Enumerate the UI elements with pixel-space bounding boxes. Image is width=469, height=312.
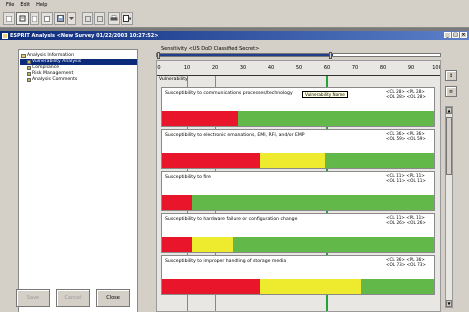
scale-axis (157, 75, 440, 76)
risk-segment-green (191, 195, 434, 210)
maximize-icon[interactable]: □ (452, 32, 459, 38)
tick-label: 100 (432, 65, 441, 71)
expand-button[interactable]: ↕ (445, 70, 457, 81)
risk-bar (162, 279, 434, 294)
window-titlebar: ESPRIT Analysis <New Survey 01/22/2003 1… (0, 31, 469, 40)
risk-title: Susceptibility to improper handling of s… (165, 259, 287, 264)
risk-card: Susceptibility to hardware failure or co… (161, 213, 435, 253)
risk-segment-red (162, 111, 239, 126)
print-icon[interactable] (108, 12, 120, 25)
menu-bar: File Edit Help (0, 0, 469, 10)
tick-label: 60 (323, 65, 331, 71)
analysis-window: Analysis Information Vulnerability Analy… (0, 40, 469, 312)
tick-label: 80 (379, 65, 387, 71)
tooltip: Vulnerability Name (302, 91, 348, 98)
risk-values: <CL 11> <PL 11> <OL 26> <OL 26> (386, 215, 426, 225)
vulnerability-scale: 0 10 20 30 40 50 60 70 80 90 100 Vulnera… (156, 60, 441, 312)
menu-file[interactable]: File (6, 2, 14, 8)
risk-card: Susceptibility to improper handling of s… (161, 255, 435, 295)
slider-left-handle[interactable] (157, 52, 160, 59)
risk-card: Susceptibility to communications process… (161, 87, 435, 127)
risk-title: Susceptibility to hardware failure or co… (165, 217, 298, 222)
document-icon (27, 66, 31, 70)
risk-segment-red (162, 279, 260, 294)
risk-segment-green (360, 279, 434, 294)
new-icon[interactable] (41, 12, 53, 25)
cancel-button[interactable]: Cancel (56, 289, 90, 307)
risk-segment-yellow (191, 237, 233, 252)
risk-bar (162, 111, 434, 126)
copy-icon[interactable] (94, 12, 105, 25)
risk-bar (162, 237, 434, 252)
scroll-down-icon[interactable]: ▼ (446, 300, 452, 307)
save-icon[interactable] (54, 12, 66, 25)
scroll-thumb[interactable] (446, 117, 452, 175)
risk-bar (162, 153, 434, 168)
minimize-icon[interactable]: _ (444, 32, 451, 38)
axis-title: Vulnerability (159, 77, 188, 82)
vertical-scrollbar[interactable]: ▲ ▼ (445, 106, 453, 308)
navigation-tree: Analysis Information Vulnerability Analy… (18, 49, 138, 312)
tick-label: 30 (239, 65, 247, 71)
risk-values: <CL 11> <PL 11> <OL 11> <OL 11> (386, 173, 426, 183)
tick-label: 50 (295, 65, 303, 71)
risk-title: Susceptibility to communications process… (165, 91, 293, 96)
risk-segment-yellow (259, 279, 361, 294)
tick-label: 0 (157, 65, 161, 71)
risk-bar (162, 195, 434, 210)
cut-icon[interactable] (82, 12, 93, 25)
risk-segment-red (162, 237, 192, 252)
menu-edit[interactable]: Edit (20, 2, 30, 8)
risk-title: Susceptibility to electronic emanations,… (165, 133, 305, 138)
window-title: ESPRIT Analysis <New Survey 01/22/2003 1… (10, 32, 159, 39)
tick-label: 10 (183, 65, 191, 71)
sensitivity-slider[interactable] (156, 52, 441, 59)
exit-icon[interactable] (121, 12, 133, 25)
risk-segment-green (232, 237, 434, 252)
window-controls: _ □ × (444, 32, 467, 38)
risk-segment-yellow (259, 153, 326, 168)
app-icon (2, 32, 8, 39)
close-icon[interactable]: × (460, 32, 467, 38)
analysis-icon[interactable] (16, 12, 29, 25)
tick-label: 20 (211, 65, 219, 71)
slider-right-handle[interactable] (329, 52, 332, 59)
document-icon (27, 78, 31, 82)
scroll-up-icon[interactable]: ▲ (446, 107, 452, 114)
close-button[interactable]: Close (96, 289, 130, 307)
risk-values: <CL 36> <PL 36> <OL 73> <OL 73> (386, 257, 426, 267)
tick-label: 70 (351, 65, 359, 71)
tree-item-analysis-comments[interactable]: Analysis Comments (27, 77, 77, 83)
risk-values: <CL 28> <PL 28> <OL 28> <OL 28> (386, 89, 426, 99)
folder-icon (21, 54, 26, 58)
risk-values: <CL 36> <PL 36> <OL 59> <OL 59> (386, 131, 426, 141)
slider-fill (157, 54, 333, 56)
risk-segment-green (325, 153, 434, 168)
risk-title: Susceptibility to fire (165, 175, 211, 180)
page-icon[interactable] (30, 12, 39, 25)
save-button[interactable]: Save (16, 289, 50, 307)
tick-label: 40 (267, 65, 275, 71)
risk-card: Susceptibility to electronic emanations,… (161, 129, 435, 169)
risk-card: Susceptibility to fire <CL 11> <PL 11> <… (161, 171, 435, 211)
list-button[interactable]: ≡ (445, 86, 457, 97)
menu-help[interactable]: Help (36, 2, 47, 8)
view-mode-icon[interactable] (3, 12, 15, 25)
toolbar (0, 10, 469, 28)
tick-label: 90 (407, 65, 415, 71)
risk-segment-red (162, 195, 192, 210)
vulnerability-panel: Sensitivity <US DoD Classified Secret> 0… (147, 40, 469, 312)
sensitivity-label: Sensitivity <US DoD Classified Secret> (161, 46, 260, 52)
document-icon (27, 72, 31, 76)
dropdown-icon[interactable] (67, 12, 76, 25)
risk-segment-green (238, 111, 434, 126)
risk-segment-red (162, 153, 260, 168)
document-icon (27, 60, 31, 64)
